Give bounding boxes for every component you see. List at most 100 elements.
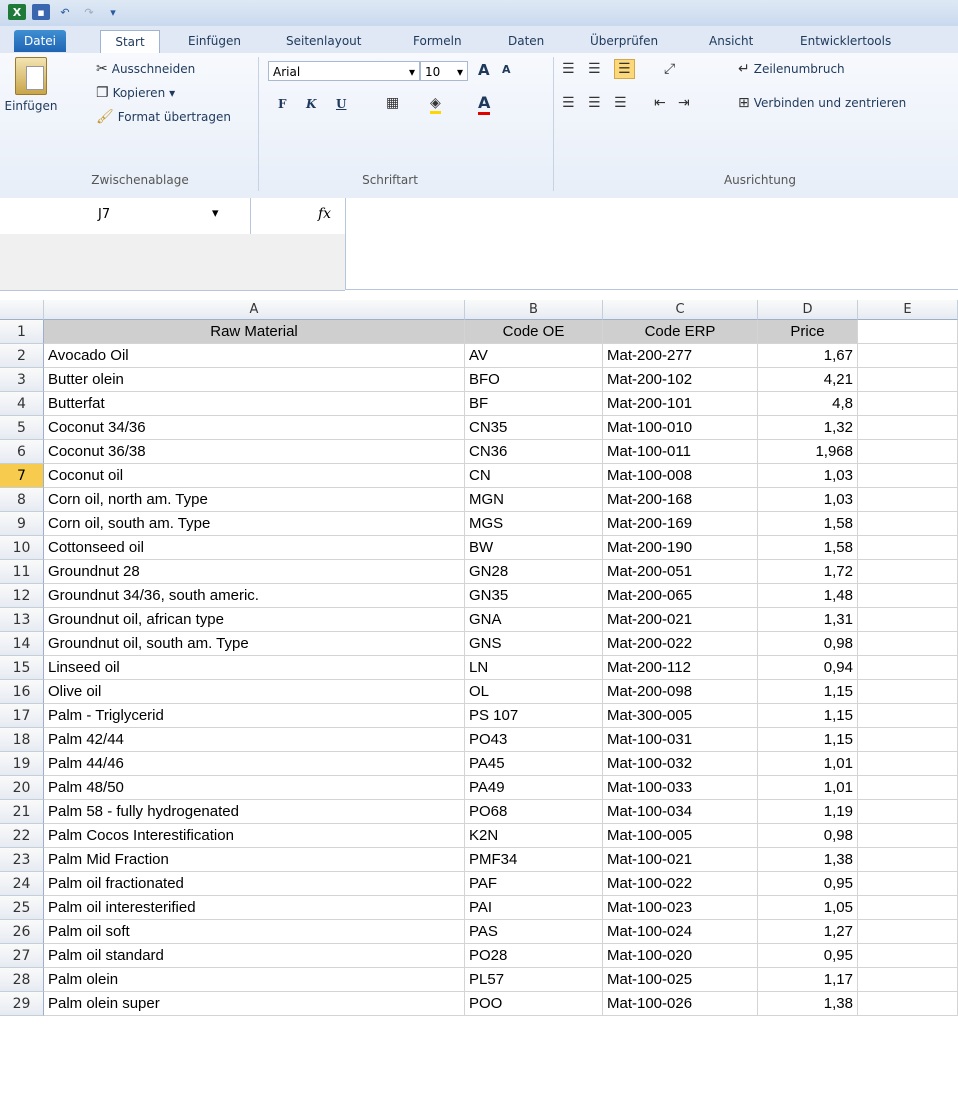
- cell-code-erp[interactable]: Mat-100-020: [603, 944, 758, 968]
- cell-code-erp[interactable]: Mat-200-021: [603, 608, 758, 632]
- cell-price[interactable]: 1,03: [758, 464, 858, 488]
- cell-raw-material[interactable]: Avocado Oil: [44, 344, 465, 368]
- cell-empty[interactable]: [858, 920, 958, 944]
- cell-price[interactable]: 1,15: [758, 704, 858, 728]
- tab-page-layout[interactable]: Seitenlayout: [286, 30, 361, 52]
- cell-code-oe[interactable]: GNA: [465, 608, 603, 632]
- bold-button[interactable]: F: [278, 97, 287, 111]
- row-number[interactable]: 13: [0, 608, 44, 632]
- cell-raw-material[interactable]: Groundnut oil, african type: [44, 608, 465, 632]
- cell-raw-material[interactable]: Palm 58 - fully hydrogenated: [44, 800, 465, 824]
- tab-developer[interactable]: Entwicklertools: [800, 30, 891, 52]
- cell-raw-material[interactable]: Palm 44/46: [44, 752, 465, 776]
- select-all-corner[interactable]: [0, 300, 44, 320]
- cell-raw-material[interactable]: Palm olein: [44, 968, 465, 992]
- insert-function-button[interactable]: fx: [318, 206, 331, 222]
- decrease-indent-button[interactable]: ⇤: [654, 95, 666, 111]
- cell-code-oe[interactable]: BFO: [465, 368, 603, 392]
- row-number[interactable]: 14: [0, 632, 44, 656]
- align-right-button[interactable]: ☰: [614, 95, 627, 111]
- cell-raw-material[interactable]: Coconut 36/38: [44, 440, 465, 464]
- row-number[interactable]: 2: [0, 344, 44, 368]
- cell-price[interactable]: 0,94: [758, 656, 858, 680]
- cell-price[interactable]: 1,58: [758, 512, 858, 536]
- cell-code-erp[interactable]: Mat-100-033: [603, 776, 758, 800]
- fill-color-button[interactable]: ◈: [430, 95, 441, 114]
- row-number[interactable]: 7: [0, 464, 44, 488]
- format-painter-button[interactable]: 🖌 Format übertragen: [96, 109, 231, 125]
- cell-empty[interactable]: [858, 560, 958, 584]
- align-middle-button[interactable]: ☰: [588, 61, 601, 77]
- column-header-b[interactable]: B: [465, 300, 603, 320]
- cell-raw-material[interactable]: Palm Mid Fraction: [44, 848, 465, 872]
- cell-code-oe[interactable]: K2N: [465, 824, 603, 848]
- row-number[interactable]: 24: [0, 872, 44, 896]
- cell-empty[interactable]: [858, 848, 958, 872]
- cell-raw-material[interactable]: Palm oil interesterified: [44, 896, 465, 920]
- increase-indent-button[interactable]: ⇥: [678, 95, 690, 111]
- cell-price[interactable]: 1,72: [758, 560, 858, 584]
- cell-code-oe[interactable]: PS 107: [465, 704, 603, 728]
- name-box[interactable]: J7 ▾: [0, 198, 251, 234]
- wrap-text-button[interactable]: ↵ Zeilenumbruch: [738, 61, 845, 77]
- orientation-button[interactable]: ⤢: [664, 61, 675, 77]
- row-number[interactable]: 12: [0, 584, 44, 608]
- cell-raw-material[interactable]: Corn oil, north am. Type: [44, 488, 465, 512]
- font-size-select[interactable]: 10 ▾: [420, 61, 468, 81]
- cell-empty[interactable]: [858, 344, 958, 368]
- cell-code-oe[interactable]: PA49: [465, 776, 603, 800]
- cell-raw-material[interactable]: Groundnut oil, south am. Type: [44, 632, 465, 656]
- cell-code-erp[interactable]: Mat-200-022: [603, 632, 758, 656]
- row-number[interactable]: 16: [0, 680, 44, 704]
- row-number[interactable]: 1: [0, 320, 44, 344]
- cell-price[interactable]: 0,95: [758, 944, 858, 968]
- paste-button[interactable]: Einfügen: [5, 57, 57, 113]
- tab-data[interactable]: Daten: [508, 30, 544, 52]
- cell-price[interactable]: 1,48: [758, 584, 858, 608]
- cell-price[interactable]: 1,32: [758, 416, 858, 440]
- cell-code-oe[interactable]: CN: [465, 464, 603, 488]
- tab-file[interactable]: Datei: [14, 30, 66, 52]
- chevron-down-icon[interactable]: ▾: [212, 206, 219, 221]
- customize-qat-icon[interactable]: ▾: [104, 4, 122, 20]
- cell-empty[interactable]: [858, 944, 958, 968]
- cell-empty[interactable]: [858, 320, 958, 344]
- cell-code-oe[interactable]: PAI: [465, 896, 603, 920]
- font-color-button[interactable]: A: [478, 93, 491, 115]
- cell-code-erp[interactable]: Mat-200-190: [603, 536, 758, 560]
- cell-empty[interactable]: [858, 584, 958, 608]
- cut-button[interactable]: ✂ Ausschneiden: [96, 61, 195, 77]
- cell-code-erp[interactable]: Mat-100-032: [603, 752, 758, 776]
- row-number[interactable]: 4: [0, 392, 44, 416]
- font-name-select[interactable]: Arial ▾: [268, 61, 420, 81]
- cell-price[interactable]: 0,98: [758, 824, 858, 848]
- cell-price[interactable]: 1,19: [758, 800, 858, 824]
- cell-raw-material[interactable]: Palm olein super: [44, 992, 465, 1016]
- cell-code-erp[interactable]: Mat-100-008: [603, 464, 758, 488]
- row-number[interactable]: 5: [0, 416, 44, 440]
- cell-code-oe[interactable]: PAS: [465, 920, 603, 944]
- cell-code-erp[interactable]: Mat-200-101: [603, 392, 758, 416]
- cell-code-erp[interactable]: Mat-100-024: [603, 920, 758, 944]
- cell-price[interactable]: 1,15: [758, 680, 858, 704]
- cell-raw-material[interactable]: Palm 42/44: [44, 728, 465, 752]
- row-number[interactable]: 11: [0, 560, 44, 584]
- row-number[interactable]: 29: [0, 992, 44, 1016]
- tab-view[interactable]: Ansicht: [709, 30, 753, 52]
- row-number[interactable]: 26: [0, 920, 44, 944]
- cell-price[interactable]: 0,95: [758, 872, 858, 896]
- row-number[interactable]: 10: [0, 536, 44, 560]
- row-number[interactable]: 6: [0, 440, 44, 464]
- align-center-button[interactable]: ☰: [588, 95, 601, 111]
- row-number[interactable]: 23: [0, 848, 44, 872]
- cell-code-oe[interactable]: MGS: [465, 512, 603, 536]
- cell-code-erp-header[interactable]: Code ERP: [603, 320, 758, 344]
- cell-price[interactable]: 1,31: [758, 608, 858, 632]
- cell-price[interactable]: 1,01: [758, 776, 858, 800]
- cell-code-erp[interactable]: Mat-200-169: [603, 512, 758, 536]
- borders-button[interactable]: ▦: [386, 95, 399, 111]
- cell-code-oe-header[interactable]: Code OE: [465, 320, 603, 344]
- cell-code-erp[interactable]: Mat-200-168: [603, 488, 758, 512]
- cell-code-erp[interactable]: Mat-100-021: [603, 848, 758, 872]
- cell-raw-material[interactable]: Groundnut 34/36, south americ.: [44, 584, 465, 608]
